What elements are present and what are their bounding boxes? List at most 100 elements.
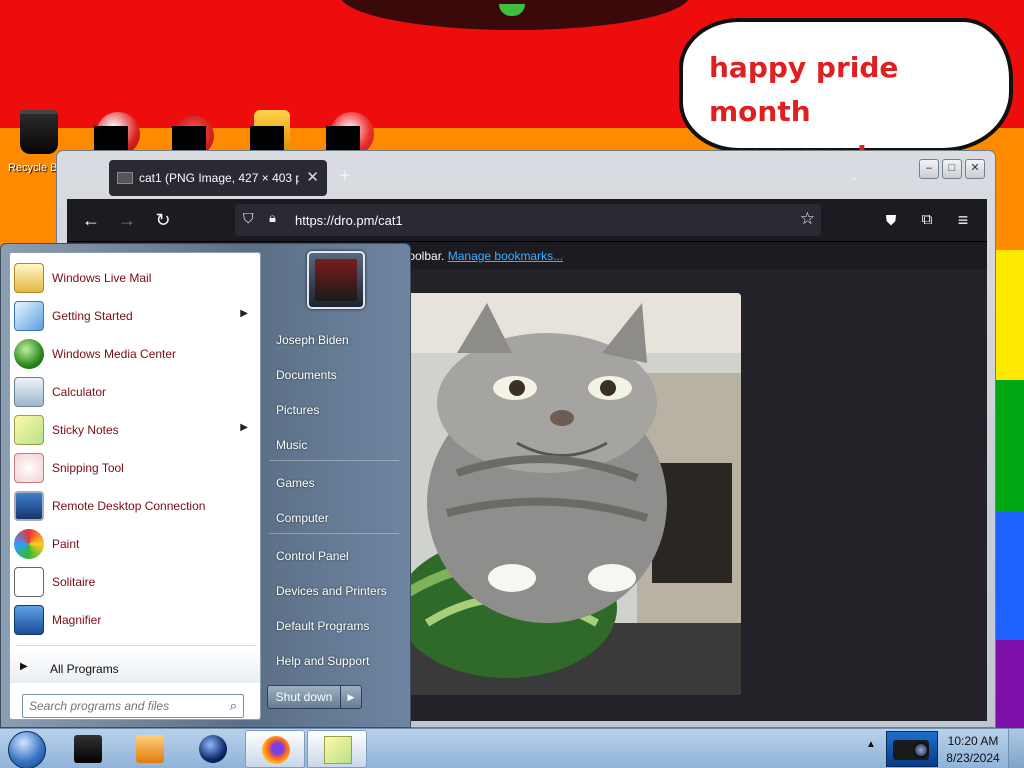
cards-icon: [14, 567, 44, 597]
projector-lens: [913, 742, 929, 758]
start-button[interactable]: [4, 729, 48, 768]
start-right-default-programs[interactable]: Default Programs: [265, 610, 403, 642]
windows-logo-icon: [8, 731, 46, 768]
window-minimize-button[interactable]: –: [919, 159, 939, 179]
all-programs-button[interactable]: ▶ All Programs: [10, 653, 260, 683]
search-icon[interactable]: ⌕: [230, 698, 237, 714]
start-right-devices-and-printers[interactable]: Devices and Printers: [265, 575, 403, 607]
list-tabs-chevron-icon[interactable]: ⌄: [849, 169, 859, 183]
hamburger-menu-icon[interactable]: ≡: [951, 208, 975, 232]
program-label: Windows Media Center: [52, 347, 177, 361]
reload-icon[interactable]: ↻: [151, 208, 175, 232]
browser-tab-cat1[interactable]: cat1 (PNG Image, 427 × 403 pixels) ✕: [109, 160, 327, 196]
program-label: Sticky Notes: [52, 423, 119, 437]
program-label: Windows Live Mail: [52, 271, 152, 285]
sticky-notes-icon: [14, 415, 44, 445]
media-center-icon: [14, 339, 44, 369]
program-label: Magnifier: [52, 613, 102, 627]
taskbar-app-1[interactable]: [58, 730, 118, 768]
start-right-user-folder[interactable]: Joseph Biden: [265, 324, 403, 356]
start-right-control-panel[interactable]: Control Panel: [265, 540, 403, 572]
program-sticky-notes[interactable]: Sticky Notes ▶: [10, 411, 260, 449]
program-label: Solitaire: [52, 575, 96, 589]
start-right-help-and-support[interactable]: Help and Support: [265, 645, 403, 677]
remote-desktop-icon: [14, 491, 44, 521]
new-tab-button[interactable]: +: [339, 165, 351, 188]
all-programs-label: All Programs: [50, 662, 119, 676]
taskbar-sticky-notes[interactable]: [307, 730, 367, 768]
back-arrow-icon[interactable]: ←: [79, 208, 103, 232]
shutdown-options-arrow-icon[interactable]: ▶: [340, 685, 362, 709]
desktop-icon-label: Recycle Bin: [8, 162, 60, 174]
start-right-divider: [269, 533, 399, 534]
close-tab-icon[interactable]: ✕: [306, 168, 319, 186]
clock-time[interactable]: 10:20 AM: [946, 734, 1000, 748]
navigation-toolbar: ← → ↻ ⛉ 🔒︎ https://dro.pm/cat1 ☆ ⛊ ⧉ ≡: [67, 199, 987, 241]
image-favicon-icon: [117, 172, 133, 184]
program-label: Getting Started: [52, 309, 133, 323]
calculator-icon: [14, 377, 44, 407]
url-bar[interactable]: ⛉ 🔒︎ https://dro.pm/cat1 ☆: [235, 204, 821, 236]
program-magnifier[interactable]: Magnifier: [10, 601, 260, 639]
user-avatar[interactable]: [307, 251, 365, 309]
forward-arrow-icon[interactable]: →: [115, 208, 139, 232]
start-right-documents[interactable]: Documents: [265, 359, 403, 391]
url-text[interactable]: https://dro.pm/cat1: [295, 213, 403, 228]
pocket-icon[interactable]: ⛊: [879, 208, 903, 232]
app-icon: [74, 735, 102, 763]
cat-image[interactable]: [397, 293, 741, 695]
start-menu: Windows Live Mail Getting Started ▶ Wind…: [0, 243, 411, 728]
extensions-puzzle-icon[interactable]: ⧉: [915, 208, 939, 232]
program-label: Snipping Tool: [52, 461, 124, 475]
window-maximize-button[interactable]: □: [942, 159, 962, 179]
show-desktop-button[interactable]: [1008, 729, 1024, 768]
program-windows-media-center[interactable]: Windows Media Center: [10, 335, 260, 373]
program-snipping-tool[interactable]: Snipping Tool: [10, 449, 260, 487]
getting-started-icon: [14, 301, 44, 331]
paint-icon: [14, 529, 44, 559]
start-right-computer[interactable]: Computer: [265, 502, 403, 534]
start-right-pictures[interactable]: Pictures: [265, 394, 403, 426]
taskbar-firefox[interactable]: [245, 730, 305, 768]
program-solitaire[interactable]: Solitaire: [10, 563, 260, 601]
speech-bubble: happy pride month everyone!: [679, 18, 1013, 172]
program-getting-started[interactable]: Getting Started ▶: [10, 297, 260, 335]
program-label: Calculator: [52, 385, 107, 399]
start-right-music[interactable]: Music: [265, 429, 403, 461]
lock-icon[interactable]: 🔒︎: [269, 210, 276, 226]
program-windows-live-mail[interactable]: Windows Live Mail: [10, 259, 260, 297]
shutdown-button[interactable]: Shut down: [267, 685, 341, 709]
tray-app-projector[interactable]: [886, 731, 938, 767]
tracking-protection-shield-icon[interactable]: ⛉: [243, 210, 254, 227]
submenu-arrow-icon: ▶: [240, 422, 248, 433]
globe-icon: [199, 735, 227, 763]
program-label: Paint: [52, 537, 80, 551]
program-label: Remote Desktop Connection: [52, 499, 206, 513]
submenu-arrow-icon: ▶: [240, 308, 248, 319]
magnifier-icon: [14, 605, 44, 635]
program-paint[interactable]: Paint: [10, 525, 260, 563]
clock-date[interactable]: 8/23/2024: [942, 751, 1004, 765]
program-calculator[interactable]: Calculator: [10, 373, 260, 411]
start-right-divider: [269, 460, 399, 461]
user-picture: [315, 259, 357, 301]
start-right-games[interactable]: Games: [265, 467, 403, 499]
show-hidden-icons-icon[interactable]: ▲: [866, 739, 876, 750]
scissors-icon: [14, 453, 44, 483]
recycle-bin-icon: [20, 110, 58, 154]
taskbar-globe-app[interactable]: [183, 730, 243, 768]
mail-icon: [14, 263, 44, 293]
window-close-button[interactable]: ✕: [965, 159, 985, 179]
taskbar: ▲ 10:20 AM 8/23/2024: [0, 728, 1024, 768]
firefox-icon: [262, 736, 290, 764]
browser-tab-title: cat1 (PNG Image, 427 × 403 pixels): [139, 171, 299, 185]
taskbar-media-player[interactable]: [120, 730, 180, 768]
start-search-box[interactable]: ⌕: [22, 694, 244, 718]
manage-bookmarks-link[interactable]: Manage bookmarks...: [448, 249, 563, 263]
start-search-input[interactable]: [29, 698, 219, 714]
program-remote-desktop-connection[interactable]: Remote Desktop Connection: [10, 487, 260, 525]
start-menu-programs-pane: Windows Live Mail Getting Started ▶ Wind…: [9, 252, 261, 720]
cat-photo-illustration: [397, 293, 741, 695]
bookmark-star-icon[interactable]: ☆: [800, 209, 815, 229]
sticky-notes-icon: [324, 736, 352, 764]
